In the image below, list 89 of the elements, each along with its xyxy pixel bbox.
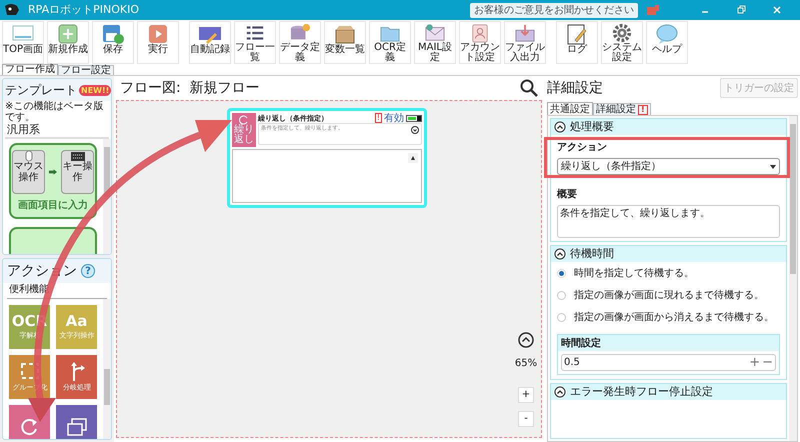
radio-button[interactable] — [557, 313, 566, 322]
keyboard-icon — [70, 150, 84, 160]
toggle-icon[interactable] — [406, 114, 422, 122]
expand-icon[interactable] — [411, 126, 419, 134]
toolbar-button[interactable]: アカウント設定 — [459, 21, 501, 64]
toolbar-button[interactable]: 新規作成 — [47, 21, 89, 64]
template-card[interactable]: マウス操作 キー操作 画面項目に入力 — [9, 143, 97, 219]
toolbar-button[interactable]: ログ — [556, 21, 598, 64]
radio-label: 時間を指定して待機する。 — [574, 266, 694, 281]
zoom-out-button[interactable]: - — [518, 411, 534, 427]
field-label: 時間設定 — [561, 336, 601, 350]
scrollbar[interactable] — [789, 116, 797, 441]
toolbar-button[interactable]: 保存 — [92, 21, 134, 64]
warning-badge: ! — [638, 104, 648, 114]
increment-button[interactable]: + — [749, 352, 760, 372]
beta-note: ※この機能はベータ版です。 — [4, 101, 104, 123]
detail-tab[interactable]: 共通設定 — [547, 102, 593, 115]
scrollbar[interactable] — [103, 299, 111, 439]
radio-button[interactable] — [557, 269, 566, 278]
toolbar-button[interactable]: 実行 — [137, 21, 179, 64]
toolbar-button[interactable]: フロー一覧 — [234, 21, 276, 64]
arrow-icon — [49, 168, 57, 176]
tile-glyph: Aa — [66, 314, 88, 328]
envelope-icon — [423, 23, 447, 43]
toolbar-button[interactable]: データ定義 — [279, 21, 321, 64]
action-select[interactable]: 繰り返し（条件指定） — [557, 158, 780, 175]
new-badge: NEW!! — [79, 84, 111, 96]
key-step: キー操作 — [61, 150, 94, 194]
radio-label: 指定の画像が画面に現れるまで待機する。 — [574, 288, 764, 303]
collapse-up-icon[interactable] — [408, 153, 418, 163]
toolbar-button[interactable]: MAIL設定 — [414, 21, 456, 64]
close-icon[interactable] — [772, 5, 782, 15]
decrement-button[interactable]: − — [762, 352, 773, 372]
toolbar-button[interactable]: OCR定義 — [369, 21, 411, 64]
collapse-icon[interactable] — [554, 386, 566, 398]
time-input[interactable]: 0.5 +− — [561, 354, 776, 371]
zoom-in-button[interactable]: + — [518, 387, 534, 403]
mouse-step: マウス操作 — [12, 150, 45, 194]
collapse-icon[interactable] — [554, 248, 566, 260]
mouse-icon — [24, 150, 32, 160]
notepad-pen-icon — [565, 23, 589, 45]
toolbar-button[interactable]: ファイル入出力 — [504, 21, 546, 64]
action-tile[interactable] — [56, 405, 97, 439]
feedback-button[interactable]: お客様のご意見をお聞かせください — [470, 2, 638, 18]
section-title: 処理概要 — [570, 118, 614, 135]
collapse-icon[interactable] — [554, 121, 566, 133]
toolbar-button[interactable]: 自動記録 — [189, 21, 231, 64]
scrollbar[interactable] — [103, 139, 111, 254]
status-label: 有効 — [384, 112, 404, 126]
scroll-up-icon[interactable] — [518, 332, 534, 348]
floppy-check-icon — [101, 23, 125, 45]
main-tab[interactable]: フロー作成 — [2, 64, 58, 75]
radio-button[interactable] — [557, 291, 566, 300]
dropdown-icon — [770, 164, 776, 168]
loop-icon — [239, 115, 249, 125]
mailbox-icon — [646, 4, 660, 16]
tile-glyph: OCR — [12, 314, 48, 328]
field-label: アクション — [557, 141, 608, 155]
warning-badge: ! — [374, 113, 382, 123]
plus-icon — [56, 23, 80, 45]
help-icon — [655, 23, 679, 45]
section-title: エラー発生時フロー停止設定 — [570, 384, 713, 400]
radio-label: 指定の画像が画面から消えるまで待機する。 — [574, 310, 774, 325]
main-tab[interactable]: フロー設定 — [58, 65, 114, 75]
search-icon[interactable] — [520, 79, 538, 97]
help-button[interactable]: ? — [81, 264, 95, 278]
toolbar-button[interactable]: システム設定 — [601, 21, 643, 64]
detail-tab[interactable]: 詳細設定 ! — [593, 103, 651, 115]
panel-title: アクション — [7, 262, 77, 280]
summary-field[interactable]: 条件を指定して、繰り返します。 — [557, 205, 780, 238]
flow-title: フロー図: 新規フロー — [120, 78, 260, 98]
window-title: RPAロボットPINOKIO — [28, 2, 139, 18]
download-tray-icon — [513, 23, 537, 43]
box-icon — [333, 23, 357, 45]
settings-icon — [610, 23, 634, 43]
toolbar-button[interactable]: TOP画面 — [2, 21, 44, 64]
play-icon — [146, 23, 170, 45]
section-title: 待機時間 — [570, 246, 614, 262]
toolbar-button[interactable]: 変数一覧 — [324, 21, 366, 64]
restore-icon[interactable] — [736, 5, 746, 15]
app-logo-icon — [4, 3, 20, 17]
field-label: 概要 — [557, 188, 577, 202]
zoom-level: 65% — [514, 357, 538, 371]
detail-title: 詳細設定 — [547, 78, 603, 98]
windows-icon — [66, 417, 88, 437]
node-type-tile: 繰り返し — [232, 113, 256, 147]
toolbar-button[interactable]: ヘルプ — [646, 21, 688, 64]
panel-title: テンプレート — [5, 82, 77, 99]
category-label: 汎用系 — [5, 123, 109, 139]
